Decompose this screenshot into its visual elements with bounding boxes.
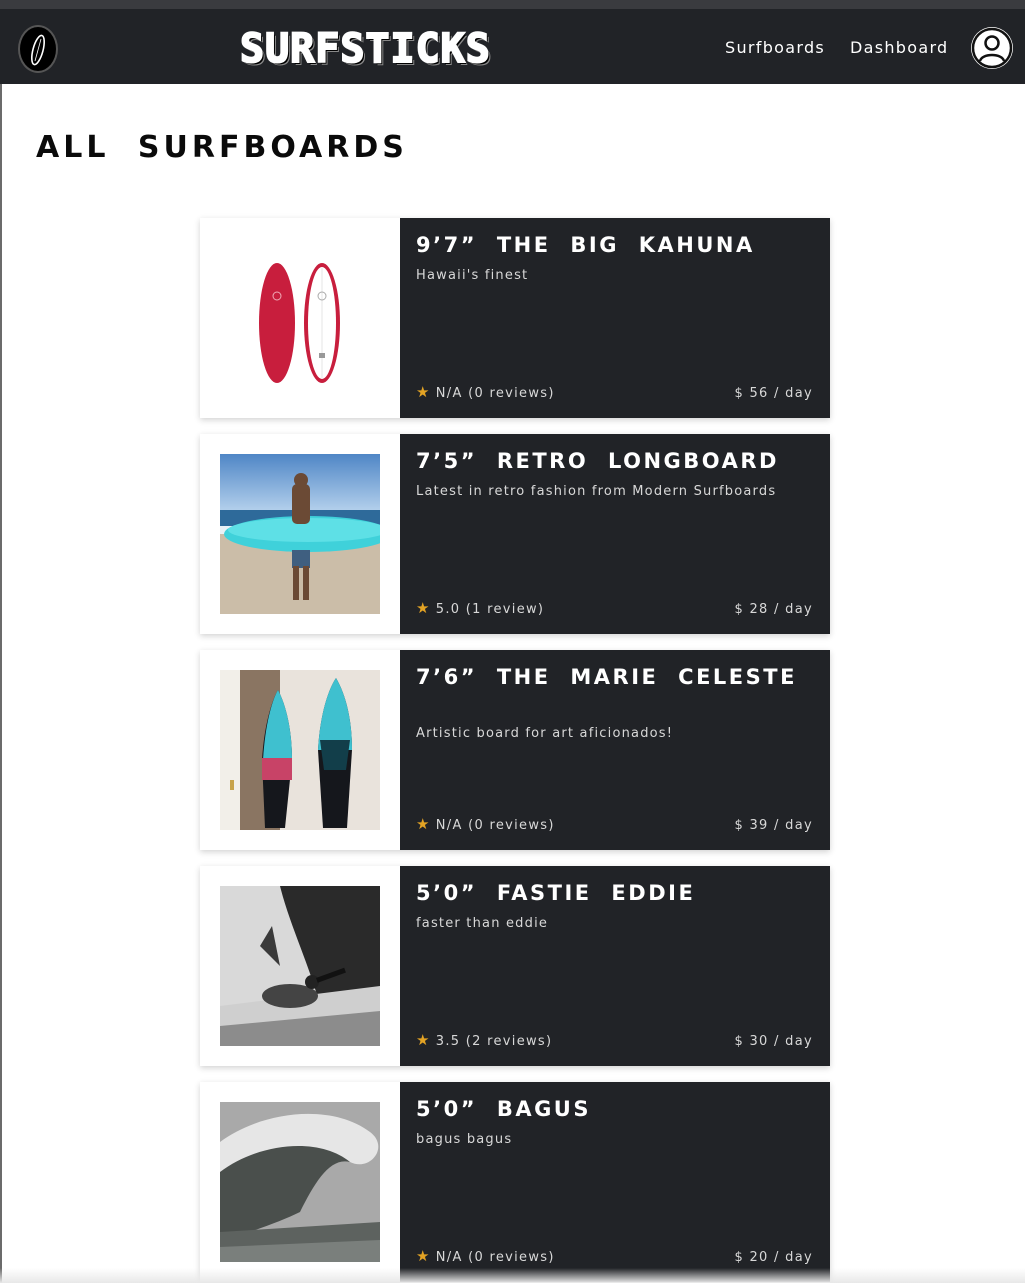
card-body: 5’0” BAGUS bagus bagus ★ N/A (0 reviews) … <box>400 1082 830 1282</box>
star-icon: ★ <box>416 1247 431 1265</box>
card-title[interactable]: 7’5” RETRO LONGBOARD <box>416 448 816 474</box>
surfboard-card[interactable]: 7’6” THE MARIE CELESTE Artistic board fo… <box>200 650 830 850</box>
card-description: faster than eddie <box>416 916 549 931</box>
card-description: Latest in retro fashion from Modern Surf… <box>416 484 777 499</box>
card-image-frame <box>200 1082 400 1282</box>
red-surfboards-photo[interactable] <box>220 238 380 398</box>
card-price: $ 20 / day <box>734 1250 813 1265</box>
nav-link-surfboards[interactable]: Surfboards <box>725 38 825 57</box>
card-description: Artistic board for art aficionados! <box>416 726 674 741</box>
card-price: $ 39 / day <box>734 818 813 833</box>
page-title: ALL SURFBOARDS <box>36 130 408 165</box>
rating-text: N/A (0 reviews) <box>435 818 555 833</box>
star-icon: ★ <box>416 1031 431 1049</box>
rating-text: 3.5 (2 reviews) <box>435 1034 553 1049</box>
surfboard-card[interactable]: 7’5” RETRO LONGBOARD Latest in retro fas… <box>200 434 830 634</box>
card-title[interactable]: 9’7” THE BIG KAHUNA <box>416 232 816 258</box>
card-price: $ 56 / day <box>734 386 813 401</box>
rating-text: N/A (0 reviews) <box>435 386 555 401</box>
card-rating: ★ N/A (0 reviews) <box>416 383 555 401</box>
card-image-frame <box>200 434 400 634</box>
card-rating: ★ 5.0 (1 review) <box>416 599 544 617</box>
card-rating: ★ 3.5 (2 reviews) <box>416 1031 552 1049</box>
card-description: bagus bagus <box>416 1132 513 1147</box>
card-body: 7’5” RETRO LONGBOARD Latest in retro fas… <box>400 434 830 634</box>
brand-logo-text[interactable]: SURFSTICKS <box>239 26 570 72</box>
big-wave-photo[interactable] <box>220 1102 380 1262</box>
surfboard-card[interactable]: 5’0” BAGUS bagus bagus ★ N/A (0 reviews) … <box>200 1082 830 1282</box>
card-rating: ★ N/A (0 reviews) <box>416 1247 555 1265</box>
rating-text: N/A (0 reviews) <box>435 1250 555 1265</box>
card-body: 9’7” THE BIG KAHUNA Hawaii's finest ★ N/A… <box>400 218 830 418</box>
skater-bw-photo[interactable] <box>220 886 380 1046</box>
card-body: 7’6” THE MARIE CELESTE Artistic board fo… <box>400 650 830 850</box>
card-title[interactable]: 7’6” THE MARIE CELESTE <box>416 664 816 690</box>
rating-text: 5.0 (1 review) <box>435 602 545 617</box>
card-price: $ 30 / day <box>734 1034 813 1049</box>
card-image-frame <box>200 650 400 850</box>
card-image-frame <box>200 866 400 1066</box>
artistic-boards-photo[interactable] <box>220 670 380 830</box>
window-top-strip <box>0 0 1025 9</box>
card-title[interactable]: 5’0” BAGUS <box>416 1096 816 1122</box>
user-avatar-icon[interactable] <box>971 27 1013 69</box>
surfboard-card[interactable]: 5’0” FASTIE EDDIE faster than eddie ★ 3.5… <box>200 866 830 1066</box>
card-rating: ★ N/A (0 reviews) <box>416 815 555 833</box>
bottom-fade <box>0 1268 1025 1283</box>
card-price: $ 28 / day <box>734 602 813 617</box>
surfboard-icon[interactable] <box>18 25 58 73</box>
card-image-frame <box>200 218 400 418</box>
nav-link-dashboard[interactable]: Dashboard <box>850 38 949 57</box>
card-body: 5’0” FASTIE EDDIE faster than eddie ★ 3.5… <box>400 866 830 1066</box>
star-icon: ★ <box>416 599 431 617</box>
card-description: Hawaii's finest <box>416 268 529 283</box>
beach-surfer-photo[interactable] <box>220 454 380 614</box>
navbar: SURFSTICKS Surfboards Dashboard <box>0 9 1025 84</box>
left-edge-divider <box>0 84 2 1283</box>
surfboard-card[interactable]: 9’7” THE BIG KAHUNA Hawaii's finest ★ N/A… <box>200 218 830 418</box>
card-title[interactable]: 5’0” FASTIE EDDIE <box>416 880 816 906</box>
star-icon: ★ <box>416 815 431 833</box>
star-icon: ★ <box>416 383 431 401</box>
